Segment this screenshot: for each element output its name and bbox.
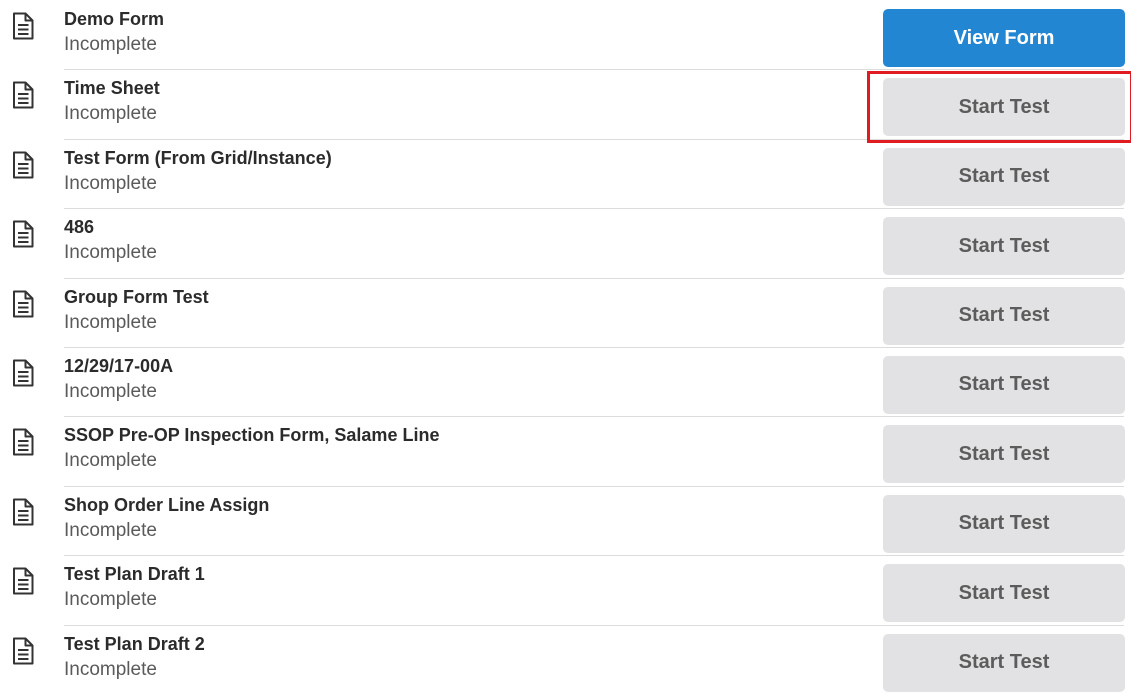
form-row: Time Sheet Incomplete Start Test	[0, 69, 1131, 138]
start-test-button[interactable]: Start Test	[883, 425, 1125, 484]
form-status: Incomplete	[64, 172, 157, 194]
document-icon	[12, 428, 34, 456]
form-name: Test Plan Draft 1	[64, 564, 205, 585]
form-row: Test Plan Draft 2 Incomplete Start Test	[0, 624, 1131, 694]
form-name: Test Form (From Grid/Instance)	[64, 147, 332, 168]
start-test-button[interactable]: Start Test	[883, 633, 1125, 692]
form-name: Shop Order Line Assign	[64, 494, 270, 515]
start-test-button[interactable]: Start Test	[883, 147, 1125, 206]
form-row: Test Plan Draft 1 Incomplete Start Test	[0, 555, 1131, 624]
form-row: Shop Order Line Assign Incomplete Start …	[0, 485, 1131, 555]
form-row: 486 Incomplete Start Test	[0, 208, 1131, 277]
document-icon	[12, 81, 34, 109]
form-status: Incomplete	[64, 103, 157, 125]
start-test-button[interactable]: Start Test	[883, 78, 1125, 137]
document-icon	[12, 151, 34, 179]
form-status: Incomplete	[64, 658, 157, 680]
form-status: Incomplete	[64, 380, 157, 402]
document-icon	[12, 290, 34, 318]
start-test-button[interactable]: Start Test	[883, 217, 1125, 276]
form-status: Incomplete	[64, 519, 157, 541]
form-list: Demo Form Incomplete View Form Time Shee…	[0, 0, 1131, 694]
document-icon	[12, 359, 34, 387]
form-name: Demo Form	[64, 9, 165, 29]
form-name: SSOP Pre-OP Inspection Form, Salame Line	[64, 425, 440, 446]
document-icon	[12, 220, 34, 248]
form-name: 486	[64, 217, 95, 238]
document-icon	[12, 637, 34, 665]
form-status: Incomplete	[64, 450, 157, 472]
form-name: Group Form Test	[64, 286, 209, 307]
form-row: SSOP Pre-OP Inspection Form, Salame Line…	[0, 416, 1131, 485]
form-row: 12/29/17-00A Incomplete Start Test	[0, 346, 1131, 416]
start-test-button[interactable]: Start Test	[883, 564, 1125, 623]
start-test-button[interactable]: Start Test	[883, 286, 1125, 345]
form-row: Test Form (From Grid/Instance) Incomplet…	[0, 138, 1131, 208]
form-status: Incomplete	[64, 34, 157, 55]
form-name: Time Sheet	[64, 78, 160, 99]
form-name: 12/29/17-00A	[64, 355, 174, 376]
document-icon	[12, 498, 34, 526]
form-name: Test Plan Draft 2	[64, 633, 205, 654]
document-icon	[12, 567, 34, 595]
form-status: Incomplete	[64, 311, 157, 333]
form-row: Group Form Test Incomplete Start Test	[0, 277, 1131, 347]
start-test-button[interactable]: Start Test	[883, 494, 1125, 553]
form-status: Incomplete	[64, 242, 157, 264]
form-row: Demo Form Incomplete View Form	[0, 0, 1131, 69]
document-icon	[12, 12, 34, 40]
view-form-button[interactable]: View Form	[883, 9, 1125, 67]
start-test-button[interactable]: Start Test	[883, 355, 1125, 414]
form-status: Incomplete	[64, 589, 157, 611]
